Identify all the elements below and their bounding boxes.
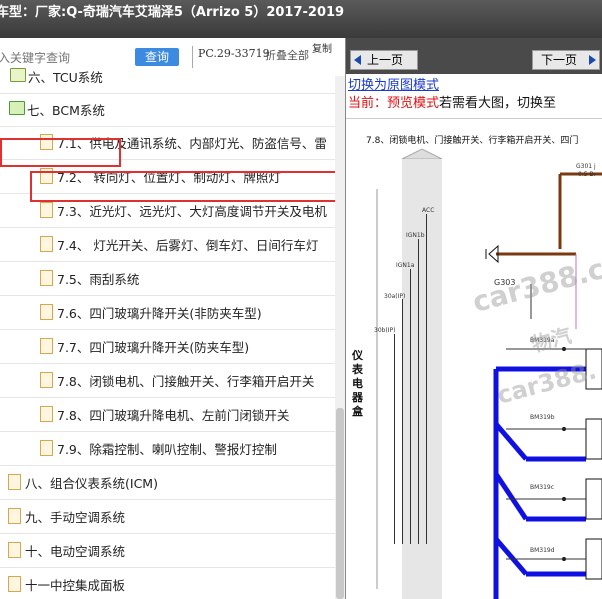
prev-page-button[interactable]: 上一页 (350, 50, 418, 70)
tree-item-label: 八、组合仪表系统(ICM) (25, 476, 158, 491)
mode-status: 当前：预览模式若需看大图，切换至 (348, 92, 556, 111)
tree-item-label: 7.8、四门玻璃升降电机、左前门闭锁开关 (57, 408, 290, 423)
wiring-diagram[interactable]: 7.8、闭锁电机、门接触开关、行李箱开启开关、四门 ACC IGN1b IGN1… (346, 118, 602, 599)
wire-label: ACC (422, 207, 435, 214)
panel-label: 仪表电器盒 (352, 349, 363, 418)
wire-label: IGN1b (406, 232, 425, 239)
mode-suffix: 若需看大图，切换至 (439, 96, 557, 111)
tree-item-label: 7.8、闭锁电机、门接触开关、行李箱开启开关 (57, 374, 315, 389)
tree-item[interactable]: 八、组合仪表系统(ICM) (0, 466, 335, 500)
next-page-button[interactable]: 下一页 (532, 50, 600, 70)
document-icon (40, 338, 53, 354)
document-icon (40, 304, 53, 320)
tree-item-label: 7.3、近光灯、远光灯、大灯高度调节开关及电机 (57, 204, 327, 219)
folder-icon (10, 68, 26, 82)
tree-item-label: 7.4、 灯光开关、后雾灯、倒车灯、日间行车灯 (57, 238, 319, 253)
arrow-left-icon (354, 55, 361, 65)
wire-label: BM319b (530, 414, 555, 421)
tree-item[interactable]: 7.5、雨刮系统 (0, 262, 335, 296)
next-page-label: 下一页 (541, 53, 578, 67)
wire-label: IGN1a (396, 262, 415, 269)
tree-item[interactable]: 7.8、闭锁电机、门接触开关、行李箱开启开关 (0, 364, 335, 398)
wiring-diagram-graphic (376, 148, 602, 599)
wire-label: 0.5 Br (578, 171, 597, 178)
document-icon (8, 542, 21, 558)
pc-code-label: PC.29-33719 (198, 47, 270, 60)
copy-button[interactable]: 复制 (312, 40, 332, 55)
tree-item[interactable]: 十、电动空调系统 (0, 534, 335, 568)
document-icon (40, 406, 53, 422)
page-nav-bar: 上一页 下一页 (346, 38, 602, 74)
document-icon (8, 576, 21, 592)
tree-item[interactable]: 7.9、除霜控制、喇叭控制、警报灯控制 (0, 432, 335, 466)
document-icon (8, 474, 21, 490)
viewer-panel: 上一页 下一页 切换为原图模式 当前：预览模式若需看大图，切换至 7.8、闭锁电… (346, 38, 602, 599)
tree-item-label: 十、电动空调系统 (25, 544, 126, 559)
tree-item[interactable]: 六、TCU系统 (0, 60, 335, 94)
tree-item[interactable]: 十一中控集成面板 (0, 568, 335, 599)
document-icon (40, 202, 53, 218)
wire-label: BM319d (530, 547, 555, 554)
tree-item-label: 7.5、雨刮系统 (57, 272, 140, 287)
tree-item-label: 七、BCM系统 (27, 103, 105, 118)
wire-label: 30a(IP) (384, 293, 406, 300)
wire-label: 30b(IP) (374, 327, 396, 334)
tree-item[interactable]: 7.8、四门玻璃升降电机、左前门闭锁开关 (0, 398, 335, 432)
mode-prefix: 当前：预览模式 (348, 96, 440, 111)
tree-item[interactable]: 七、BCM系统 (0, 93, 335, 127)
document-icon (40, 372, 53, 388)
window-title: 车型：厂家:Q-奇瑞汽车艾瑞泽5（Arrizo 5）2017-2019 (0, 5, 345, 20)
prev-page-label: 上一页 (367, 53, 404, 67)
highlight-box (30, 171, 339, 202)
open-folder-icon (9, 101, 25, 115)
highlight-box (0, 138, 121, 167)
arrow-right-icon (589, 55, 596, 65)
title-bar: 车型：厂家:Q-奇瑞汽车艾瑞泽5（Arrizo 5）2017-2019 (0, 0, 602, 38)
document-icon (40, 270, 53, 286)
tree-item-label: 九、手动空调系统 (25, 510, 126, 525)
tree-item[interactable]: 7.4、 灯光开关、后雾灯、倒车灯、日间行车灯 (0, 228, 335, 262)
document-icon (40, 236, 53, 252)
wire-label: BM319c (530, 484, 555, 491)
wire-label: G301 j (576, 163, 596, 170)
tree-item-label: 7.9、除霜控制、喇叭控制、警报灯控制 (57, 442, 277, 457)
document-icon (40, 440, 53, 456)
tree-item-label: 7.6、四门玻璃升降开关(非防夹车型) (57, 306, 262, 321)
scrollbar-thumb[interactable] (336, 408, 344, 599)
tree-item-label: 十一中控集成面板 (25, 578, 126, 593)
tree-item-label: 六、TCU系统 (28, 70, 103, 85)
tree-item-label: 7.7、四门玻璃升降开关(防夹车型) (57, 340, 250, 355)
tree-item[interactable]: 九、手动空调系统 (0, 500, 335, 534)
catalog-panel: 查询 PC.29-33719 折叠全部 复制 六、TCU系统 七、BCM系统 7… (0, 38, 346, 599)
tree-item[interactable]: 7.7、四门玻璃升降开关(防夹车型) (0, 330, 335, 364)
switch-original-mode-link[interactable]: 切换为原图模式 (348, 74, 439, 93)
tree-item[interactable]: 7.6、四门玻璃升降开关(非防夹车型) (0, 296, 335, 330)
document-icon (8, 508, 21, 524)
